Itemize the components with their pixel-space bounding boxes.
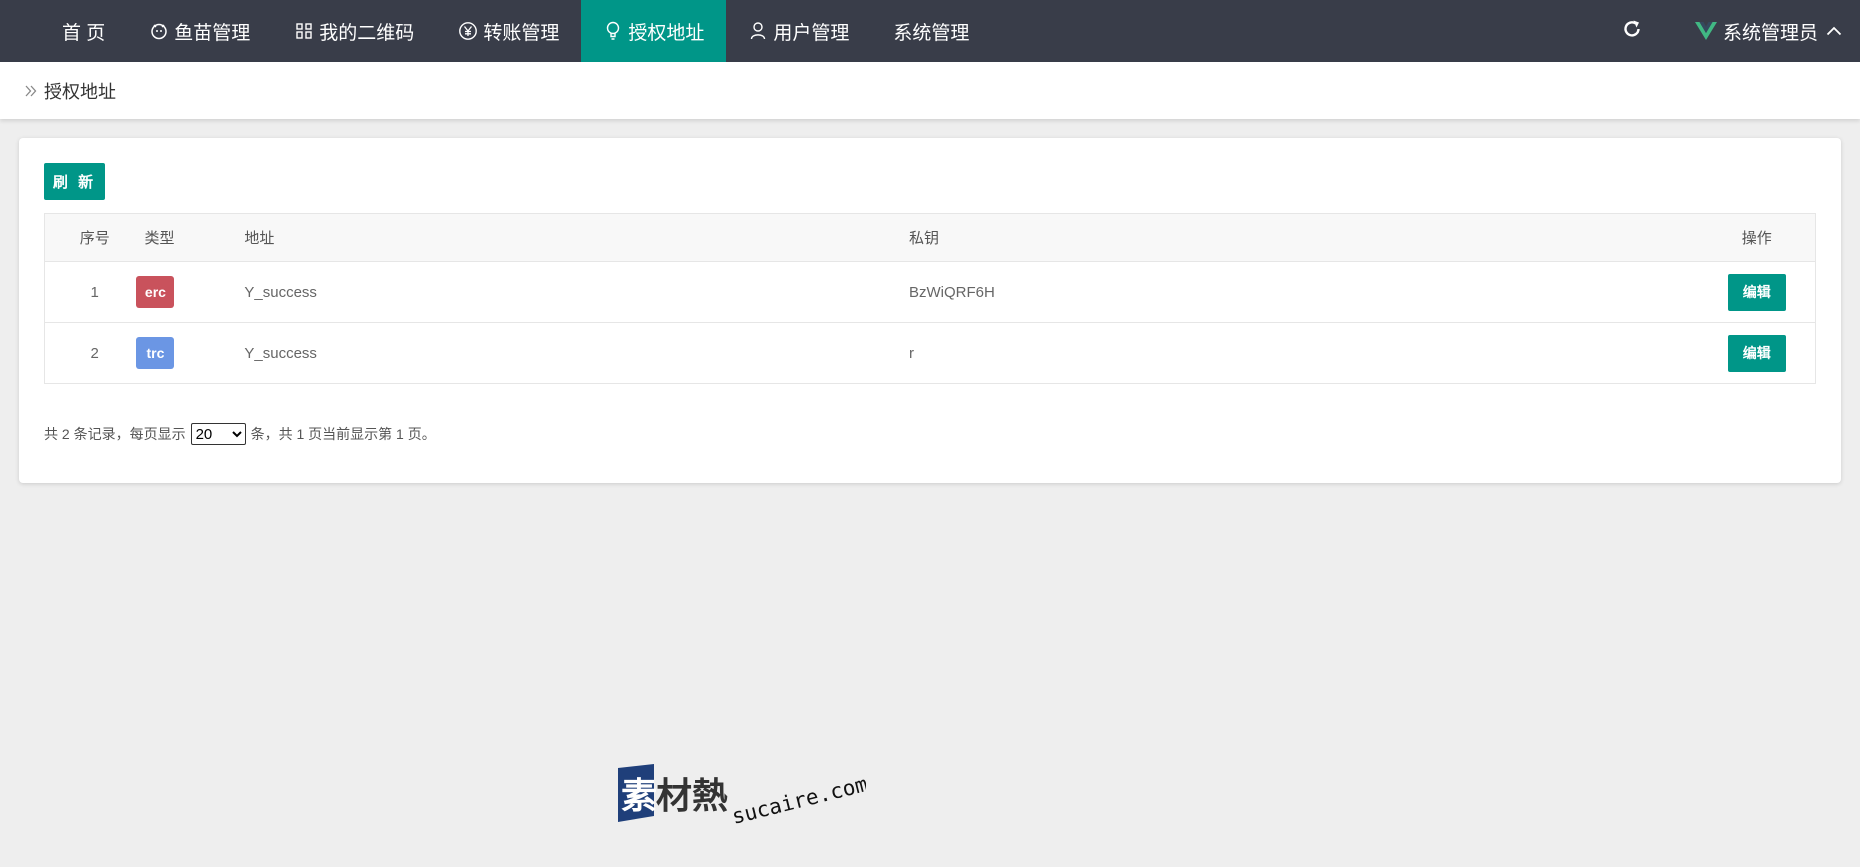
cell-index: 1 — [44, 261, 145, 323]
nav-home-label: 首 页 — [62, 22, 106, 44]
cell-private-key: BzWiQRF6H — [908, 261, 1699, 323]
nav-auth-address[interactable]: 授权地址 — [581, 0, 727, 62]
lightbulb-icon — [603, 21, 623, 41]
type-badge: erc — [136, 276, 175, 308]
cell-address: Y_success — [244, 344, 317, 362]
cell-index: 2 — [90, 344, 99, 362]
col-header-index: 序号 — [44, 213, 145, 262]
col-header-action: 操作 — [1698, 213, 1816, 262]
double-chevron-right-icon — [24, 84, 38, 98]
table-header-row: 序号 类型 地址 私钥 操作 — [44, 213, 1816, 262]
breadcrumb-current: 授权地址 — [44, 81, 116, 102]
svg-text:材熱: 材熱 — [656, 775, 728, 816]
table-row: 1 erc Y_success BzWiQRF6H 编辑 — [44, 261, 1816, 323]
nav-fish-management[interactable]: 鱼苗管理 — [127, 0, 272, 62]
content-card: 刷 新 序号 类型 地址 私钥 操作 1 erc Y_success BzWiQ… — [19, 138, 1841, 483]
breadcrumb: 授权地址 — [0, 62, 1860, 119]
qrcode-icon — [294, 21, 314, 41]
nav-transfer-label: 转账管理 — [483, 22, 560, 44]
nav-users[interactable]: 用户管理 — [726, 0, 871, 62]
edit-button[interactable]: 编辑 — [1727, 273, 1786, 311]
user-name: 系统管理员 — [1722, 22, 1818, 44]
top-navbar: 首 页 鱼苗管理 我的二维码 转账管理 授权地址 用户管理 系统管理 系统管理员 — [0, 0, 1860, 62]
cell-type: erc — [136, 261, 245, 323]
nav-qrcode[interactable]: 我的二维码 — [272, 0, 436, 62]
fish-icon — [149, 21, 169, 41]
vue-logo-icon — [1694, 21, 1717, 41]
edit-button[interactable]: 编辑 — [1727, 334, 1786, 372]
yen-icon — [458, 21, 478, 41]
cell-address: Y_success — [244, 261, 909, 323]
pager-prefix: 共 2 条记录，每页显示 — [44, 426, 186, 442]
col-header-private-key: 私钥 — [908, 213, 1699, 262]
pager-suffix: 条，共 1 页当前显示第 1 页。 — [250, 426, 436, 442]
refresh-icon — [1621, 18, 1643, 45]
svg-text:sucaire.com: sucaire.com — [729, 772, 866, 829]
nav-users-label: 用户管理 — [773, 22, 850, 44]
user-menu[interactable]: 系统管理员 — [1694, 18, 1842, 45]
address-table: 序号 类型 地址 私钥 操作 1 erc Y_success BzWiQRF6H… — [44, 213, 1816, 384]
page-size-select[interactable]: 20 — [190, 423, 246, 445]
table-row: 2 trc Y_success r 编辑 — [45, 323, 1816, 384]
main-menu: 首 页 鱼苗管理 我的二维码 转账管理 授权地址 用户管理 系统管理 — [40, 0, 991, 62]
cell-action: 编辑 — [1698, 261, 1816, 323]
col-header-address: 地址 — [244, 213, 909, 262]
nav-system[interactable]: 系统管理 — [871, 0, 991, 62]
nav-home[interactable]: 首 页 — [40, 0, 127, 62]
pagination: 共 2 条记录，每页显示 20 条，共 1 页当前显示第 1 页。 — [44, 423, 436, 445]
type-badge: trc — [136, 337, 175, 369]
cell-action: 编辑 — [1699, 323, 1816, 384]
user-icon — [748, 21, 768, 41]
nav-transfer[interactable]: 转账管理 — [436, 0, 581, 62]
col-header-type: 类型 — [144, 213, 245, 262]
nav-auth-label: 授权地址 — [628, 22, 705, 44]
nav-system-label: 系统管理 — [893, 22, 970, 44]
watermark-logo: 素 材熱 sucaire.com — [616, 764, 870, 854]
reload-button[interactable] — [1617, 16, 1647, 46]
nav-right: 系统管理员 — [1617, 0, 1860, 62]
svg-text:素: 素 — [621, 775, 657, 816]
nav-qrcode-label: 我的二维码 — [319, 22, 415, 44]
nav-fish-label: 鱼苗管理 — [174, 22, 251, 44]
chevron-up-icon — [1826, 25, 1842, 37]
cell-private-key: r — [908, 344, 914, 362]
cell-type: trc — [136, 323, 244, 384]
refresh-button[interactable]: 刷 新 — [44, 163, 105, 200]
